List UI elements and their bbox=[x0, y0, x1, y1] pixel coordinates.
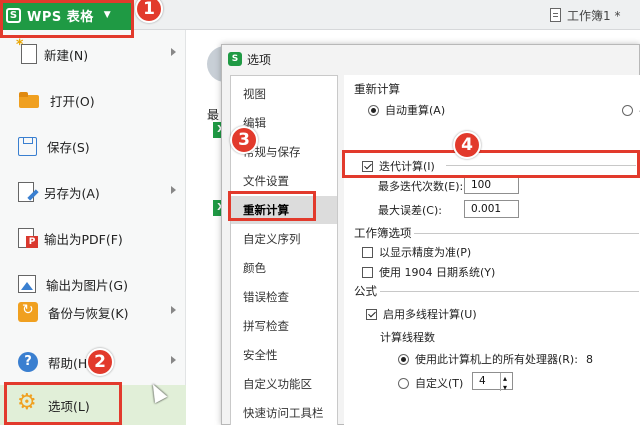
folder-open-icon bbox=[18, 89, 40, 111]
section-recalculation: 重新计算 bbox=[354, 82, 400, 96]
menu-item-label: 另存为(A) bbox=[44, 185, 100, 201]
nav-security[interactable]: 安全性 bbox=[231, 341, 337, 369]
submenu-arrow-icon bbox=[171, 306, 176, 314]
document-icon bbox=[550, 8, 561, 22]
menu-item-label: 打开(O) bbox=[50, 93, 95, 109]
processor-count: 8 bbox=[585, 352, 593, 366]
nav-quick-access-toolbar[interactable]: 快速访问工具栏 bbox=[231, 399, 337, 425]
max-change-input[interactable]: 0.001 bbox=[464, 200, 519, 218]
custom-threads-stepper[interactable]: 4 bbox=[472, 371, 513, 396]
highlight-recalc-nav bbox=[228, 191, 316, 221]
submenu-arrow-icon bbox=[171, 356, 176, 364]
date1904-label: 使用 1904 日期系统(Y) bbox=[379, 266, 496, 279]
menu-item-export-pdf[interactable]: 输出为PDF(F) bbox=[0, 218, 186, 258]
multithread-label: 启用多线程计算(U) bbox=[383, 308, 477, 321]
step-badge-4: 4 bbox=[453, 131, 481, 159]
options-dialog: S 选项 视图 编辑 常规与保存 文件设置 重新计算 自定义序列 颜色 错误检查… bbox=[221, 44, 640, 425]
auto-recalc-label: 自动重算(A) bbox=[385, 104, 446, 117]
menu-item-open[interactable]: 打开(O) bbox=[0, 80, 186, 120]
recalculation-panel: 重新计算 自动重算(A) 手 迭代计算(I) 最多迭代次数(E): 100 最大… bbox=[344, 75, 640, 425]
menu-item-label: 输出为PDF(F) bbox=[44, 231, 123, 247]
document-tab[interactable]: 工作簿1 * bbox=[550, 0, 640, 30]
auto-recalc-radio[interactable]: 自动重算(A) bbox=[368, 102, 445, 118]
save-icon bbox=[18, 136, 37, 156]
precision-label: 以显示精度为准(P) bbox=[379, 246, 472, 259]
radio-button bbox=[398, 353, 409, 365]
radio-button bbox=[368, 104, 379, 116]
wps-logo-icon: S bbox=[228, 52, 242, 66]
nav-view[interactable]: 视图 bbox=[231, 80, 337, 108]
nav-spell-check[interactable]: 拼写检查 bbox=[231, 312, 337, 340]
threads-label: 计算线程数 bbox=[380, 331, 435, 344]
step-badge-2: 2 bbox=[86, 348, 114, 376]
menu-item-label: 新建(N) bbox=[44, 47, 89, 63]
new-file-icon bbox=[16, 37, 37, 64]
nav-error-check[interactable]: 错误检查 bbox=[231, 283, 337, 311]
document-title: 工作簿1 * bbox=[567, 8, 621, 23]
stepper-arrows-icon[interactable] bbox=[500, 371, 512, 396]
checkbox bbox=[362, 266, 373, 278]
nav-customize-ribbon[interactable]: 自定义功能区 bbox=[231, 370, 337, 398]
save-as-icon bbox=[18, 182, 34, 202]
dialog-title: 选项 bbox=[247, 52, 272, 67]
submenu-arrow-icon bbox=[171, 48, 176, 56]
date1904-checkbox[interactable]: 使用 1904 日期系统(Y) bbox=[362, 264, 495, 280]
highlight-wps-menu bbox=[0, 0, 134, 38]
custom-threads-radio[interactable]: 自定义(T) bbox=[398, 375, 463, 391]
menu-item-save[interactable]: 保存(S) bbox=[0, 126, 186, 166]
divider bbox=[414, 233, 639, 234]
divider bbox=[380, 291, 639, 292]
backup-icon bbox=[18, 302, 38, 322]
max-change-label: 最大误差(C): bbox=[378, 204, 442, 217]
multithread-checkbox[interactable]: 启用多线程计算(U) bbox=[366, 306, 477, 322]
custom-threads-label: 自定义(T) bbox=[415, 377, 464, 390]
section-workbook-options: 工作簿选项 bbox=[354, 226, 412, 240]
checkbox bbox=[366, 308, 377, 320]
pdf-icon bbox=[18, 228, 38, 248]
manual-recalc-radio[interactable]: 手 bbox=[622, 102, 640, 118]
nav-color[interactable]: 颜色 bbox=[231, 254, 337, 282]
recent-label: 最 bbox=[207, 108, 220, 122]
menu-item-label: 备份与恢复(K) bbox=[48, 305, 129, 321]
highlight-options-item bbox=[4, 382, 122, 425]
help-icon: ? bbox=[18, 352, 38, 372]
step-badge-3: 3 bbox=[230, 126, 258, 154]
image-icon bbox=[18, 275, 36, 293]
max-iterations-input[interactable]: 100 bbox=[464, 176, 519, 194]
max-iterations-label: 最多迭代次数(E): bbox=[378, 180, 464, 193]
radio-button bbox=[398, 377, 409, 389]
all-processors-label: 使用此计算机上的所有处理器(R): bbox=[415, 353, 578, 366]
menu-item-label: 输出为图片(G) bbox=[46, 277, 128, 293]
menu-item-label: 保存(S) bbox=[47, 139, 90, 155]
checkbox bbox=[362, 246, 373, 258]
section-formula: 公式 bbox=[354, 284, 377, 298]
highlight-iterative-calc bbox=[342, 150, 640, 178]
precision-as-displayed-checkbox[interactable]: 以显示精度为准(P) bbox=[362, 244, 471, 260]
nav-custom-lists[interactable]: 自定义序列 bbox=[231, 225, 337, 253]
radio-button bbox=[622, 104, 633, 116]
dialog-title-bar: S 选项 bbox=[222, 45, 639, 73]
menu-item-backup[interactable]: 备份与恢复(K) bbox=[0, 292, 186, 332]
menu-item-save-as[interactable]: 另存为(A) bbox=[0, 172, 186, 212]
submenu-arrow-icon bbox=[171, 186, 176, 194]
custom-threads-value: 4 bbox=[479, 375, 486, 387]
all-processors-radio[interactable]: 使用此计算机上的所有处理器(R): 8 bbox=[398, 351, 593, 367]
menu-item-new[interactable]: 新建(N) bbox=[0, 34, 186, 74]
